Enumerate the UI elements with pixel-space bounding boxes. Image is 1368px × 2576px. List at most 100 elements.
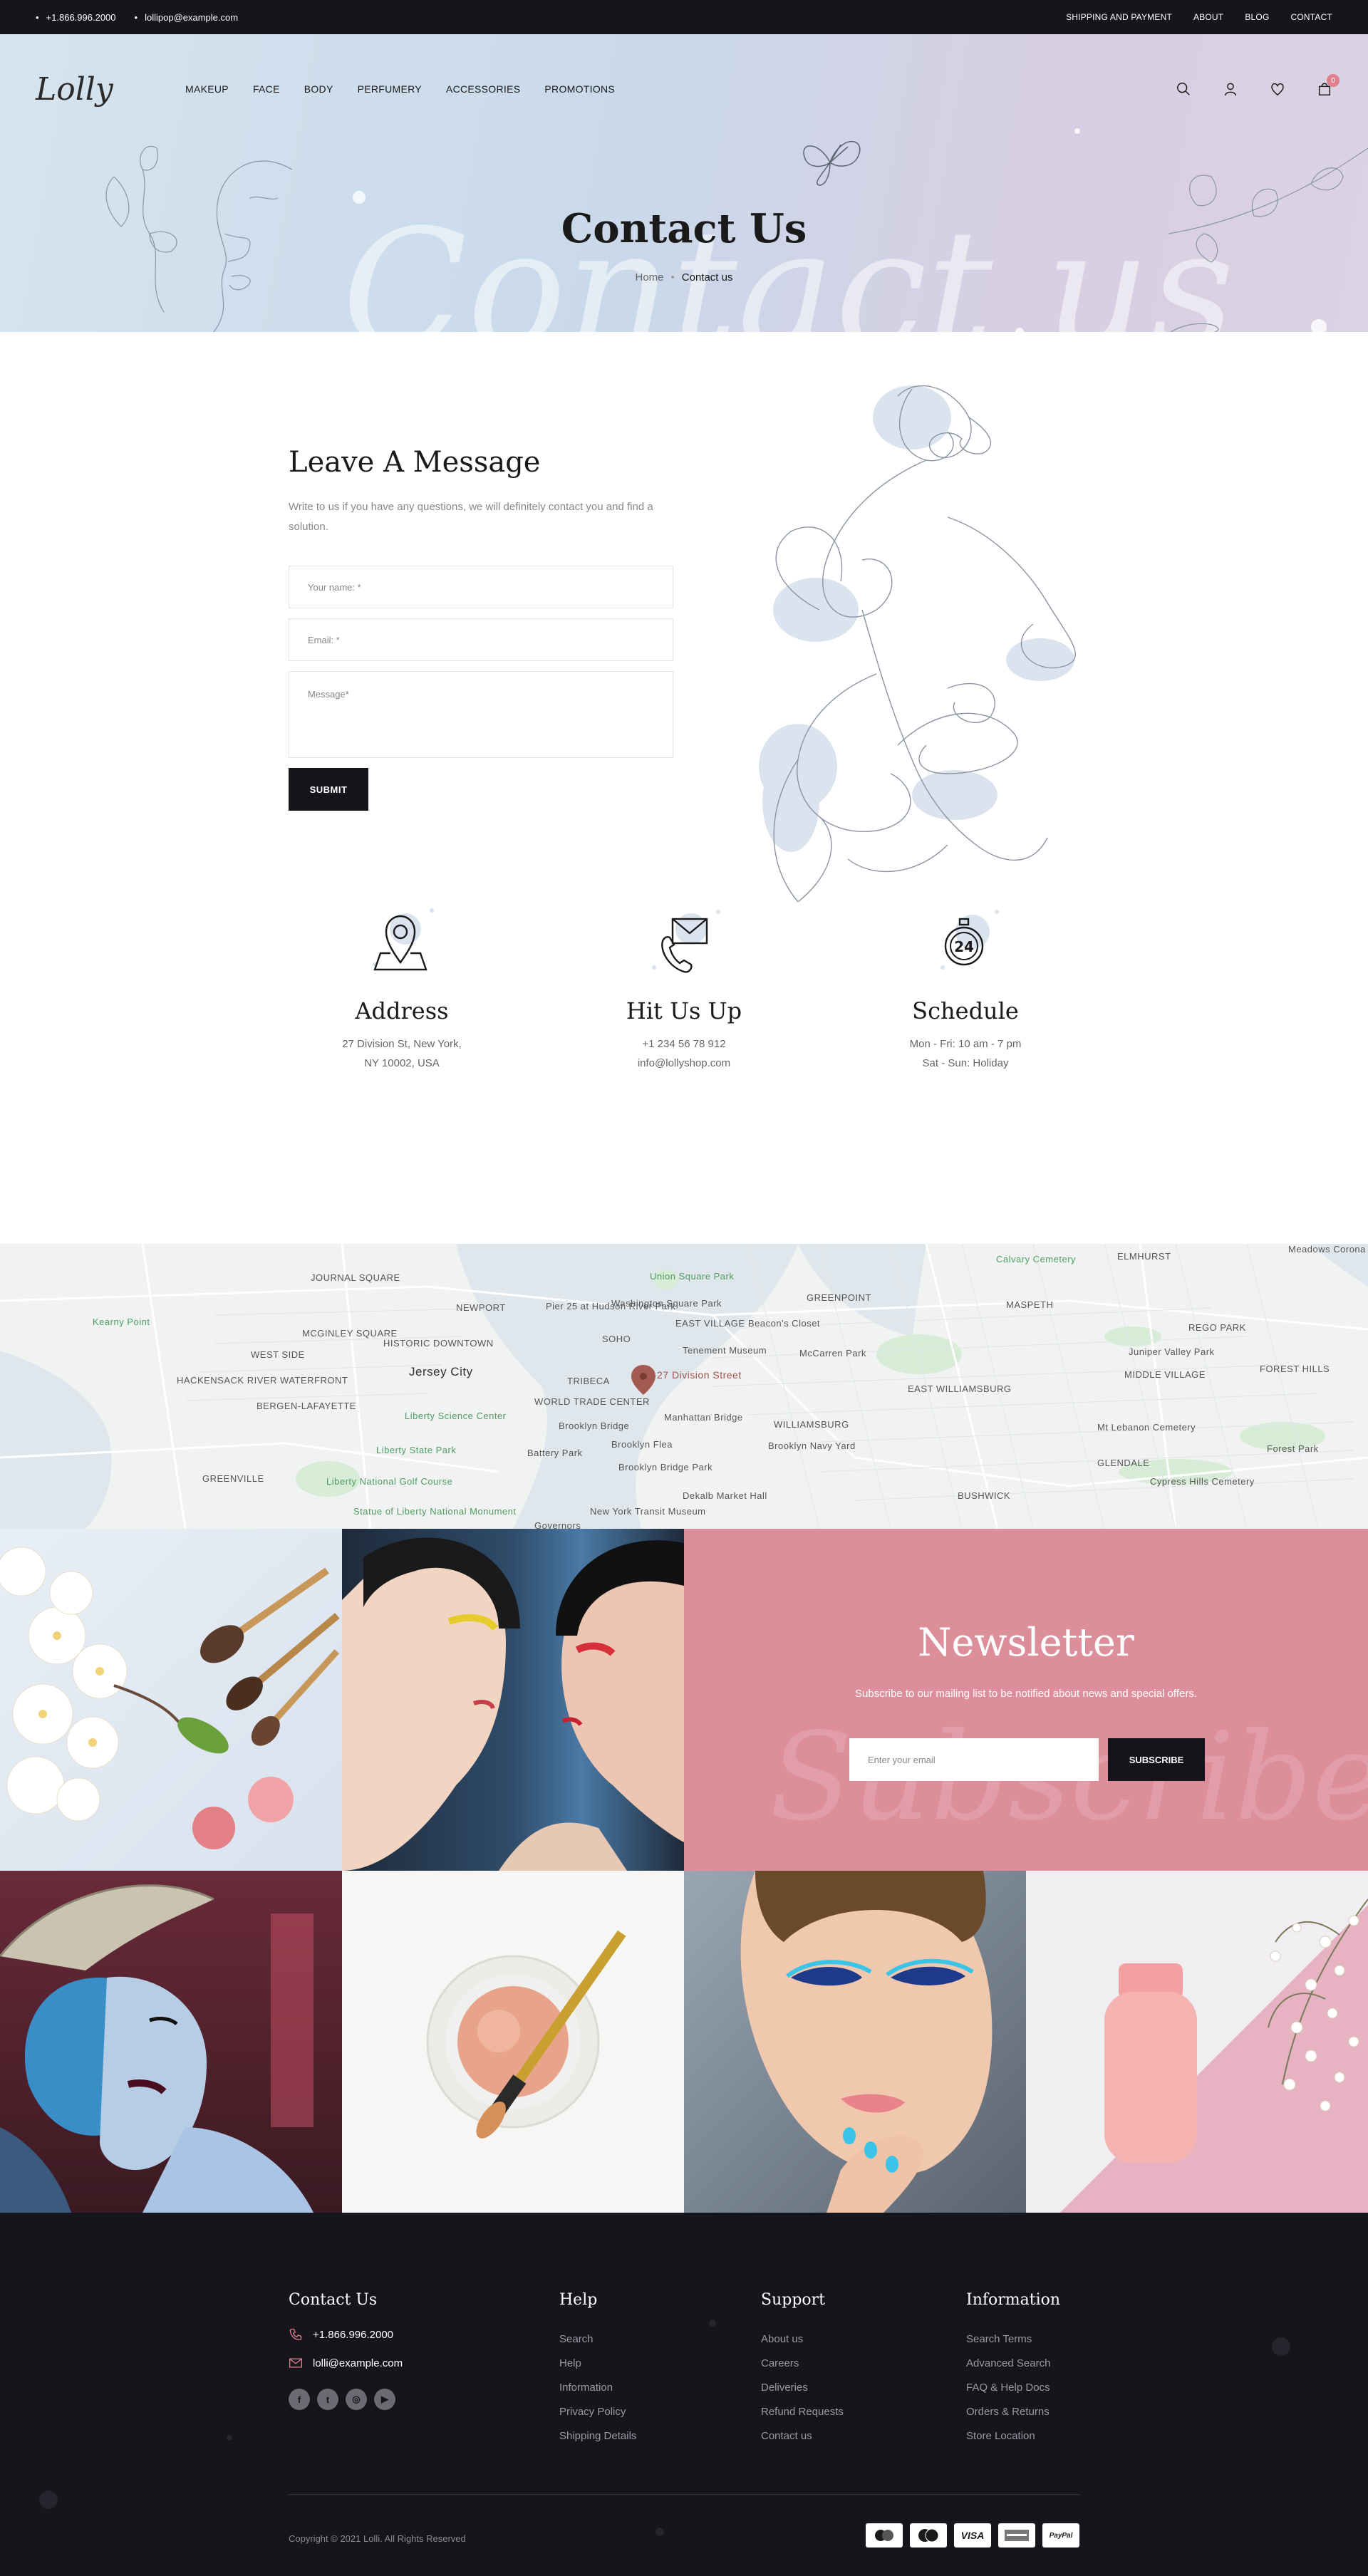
top-bar-contacts: +1.866.996.2000 lollipop@example.com bbox=[36, 12, 239, 23]
map-label: GLENDALE bbox=[1097, 1458, 1150, 1468]
footer-link-faq[interactable]: FAQ & Help Docs bbox=[966, 2376, 1060, 2400]
map-label: MCGINLEY SQUARE bbox=[302, 1328, 398, 1339]
contact-email[interactable]: info@lollyshop.com bbox=[577, 1054, 791, 1073]
gallery-photo-pink-bottle[interactable] bbox=[1026, 1871, 1368, 2213]
map-label: WILLIAMSBURG bbox=[774, 1419, 849, 1430]
map-label: Liberty Science Center bbox=[405, 1411, 507, 1421]
footer-link-about[interactable]: About us bbox=[761, 2327, 844, 2352]
top-link-contact[interactable]: CONTACT bbox=[1290, 12, 1332, 22]
gallery-photo-blue-eyeliner[interactable] bbox=[684, 1871, 1026, 2213]
menu-item-makeup[interactable]: MAKEUP bbox=[185, 83, 229, 95]
map-pin-label: 27 Division Street bbox=[657, 1369, 742, 1381]
map-label: BERGEN-LAFAYETTE bbox=[256, 1401, 356, 1411]
top-link-blog[interactable]: BLOG bbox=[1245, 12, 1269, 22]
footer-divider bbox=[289, 2494, 1079, 2495]
youtube-icon[interactable]: ▶ bbox=[374, 2389, 395, 2410]
header-actions: 0 bbox=[1176, 74, 1340, 97]
logo[interactable]: Lolly bbox=[36, 71, 185, 108]
footer-link-information[interactable]: Information bbox=[559, 2376, 636, 2400]
map-label: Brooklyn Navy Yard bbox=[768, 1440, 856, 1451]
twitter-icon[interactable]: t bbox=[317, 2389, 338, 2410]
search-icon[interactable] bbox=[1176, 81, 1191, 97]
hero-bubble bbox=[1074, 128, 1080, 134]
gallery-photo-two-models[interactable] bbox=[342, 1529, 684, 1871]
menu-item-accessories[interactable]: ACCESSORIES bbox=[446, 83, 520, 95]
footer-support-column: Support About us Careers Deliveries Refu… bbox=[761, 2291, 844, 2448]
map-label: Brooklyn Bridge bbox=[559, 1421, 630, 1431]
facebook-icon[interactable]: f bbox=[289, 2389, 310, 2410]
footer-link-deliveries[interactable]: Deliveries bbox=[761, 2376, 844, 2400]
schedule-title: Schedule bbox=[912, 997, 1019, 1024]
newsletter-email-input[interactable]: Enter your email bbox=[849, 1738, 1099, 1781]
address-line-1: 27 Division St, New York, bbox=[342, 1038, 462, 1050]
heart-icon[interactable] bbox=[1270, 81, 1285, 97]
paypal-card-icon: PayPal bbox=[1042, 2523, 1079, 2548]
gallery-photo-hat-model[interactable] bbox=[0, 1871, 342, 2213]
footer-link-shipping[interactable]: Shipping Details bbox=[559, 2424, 636, 2448]
newsletter-title: Newsletter bbox=[918, 1620, 1134, 1665]
gallery-photo-powder-brush[interactable] bbox=[342, 1871, 684, 2213]
menu-item-face[interactable]: FACE bbox=[253, 83, 280, 95]
maestro-card-icon bbox=[866, 2523, 903, 2548]
top-bar-email[interactable]: lollipop@example.com bbox=[135, 12, 238, 23]
form-heading: Leave A Message bbox=[289, 446, 541, 479]
name-field[interactable]: Your name: * bbox=[289, 566, 673, 608]
contact-icon-wrap bbox=[577, 902, 791, 980]
form-intro: Write to us if you have any questions, w… bbox=[289, 501, 653, 533]
hero-banner: Contact us Lolly MAKEUP FACE BODY PERFUM… bbox=[0, 34, 1368, 332]
footer-link-help[interactable]: Help bbox=[559, 2352, 636, 2376]
butterfly-icon bbox=[803, 140, 861, 186]
top-link-shipping[interactable]: SHIPPING AND PAYMENT bbox=[1066, 12, 1172, 22]
cart-button[interactable]: 0 bbox=[1317, 74, 1340, 97]
email-field[interactable]: Email: * bbox=[289, 618, 673, 661]
map-label: HISTORIC DOWNTOWN bbox=[383, 1338, 494, 1349]
footer-link-contact[interactable]: Contact us bbox=[761, 2424, 844, 2448]
breadcrumb-home[interactable]: Home bbox=[636, 271, 664, 284]
breadcrumb: Home • Contact us bbox=[0, 271, 1368, 284]
location-map[interactable]: 27 Division Street Jersey City JOURNAL S… bbox=[0, 1244, 1368, 1529]
footer-link-search[interactable]: Search bbox=[559, 2327, 636, 2352]
footer-link-store-location[interactable]: Store Location bbox=[966, 2424, 1060, 2448]
gallery-photo-flowers-brushes[interactable] bbox=[0, 1529, 342, 1871]
top-link-about[interactable]: ABOUT bbox=[1193, 12, 1223, 22]
hero-bubble bbox=[353, 191, 366, 204]
map-label: Dekalb Market Hall bbox=[683, 1490, 767, 1501]
address-block: Address 27 Division St, New York, NY 100… bbox=[295, 902, 509, 1073]
map-label: ELMHURST bbox=[1117, 1251, 1171, 1262]
footer-decor-dot bbox=[709, 2320, 716, 2327]
footer-link-orders[interactable]: Orders & Returns bbox=[966, 2400, 1060, 2424]
instagram-icon[interactable]: ◎ bbox=[346, 2389, 367, 2410]
user-icon[interactable] bbox=[1223, 81, 1238, 97]
top-bar-phone[interactable]: +1.866.996.2000 bbox=[36, 12, 116, 23]
map-label: Statue of Liberty National Monument bbox=[353, 1506, 517, 1517]
map-label: Battery Park bbox=[527, 1448, 583, 1458]
footer-link-careers[interactable]: Careers bbox=[761, 2352, 844, 2376]
map-label: Brooklyn Bridge Park bbox=[618, 1462, 713, 1473]
hero-bubble bbox=[1311, 319, 1327, 332]
newsletter-block: Subscribe Newsletter Subscribe to our ma… bbox=[684, 1529, 1368, 1871]
map-label: Tenement Museum bbox=[683, 1345, 767, 1356]
schedule-weekend: Sat - Sun: Holiday bbox=[922, 1057, 1009, 1069]
footer-phone[interactable]: +1.866.996.2000 bbox=[289, 2327, 403, 2342]
schedule-block: 24 Schedule Mon - Fri: 10 am - 7 pm Sat … bbox=[859, 902, 1072, 1073]
submit-button[interactable]: SUBMIT bbox=[289, 768, 368, 811]
footer-decor-dot bbox=[1272, 2337, 1290, 2356]
message-field[interactable]: Message* bbox=[289, 671, 673, 758]
map-label: Juniper Valley Park bbox=[1129, 1346, 1215, 1357]
footer-support-title: Support bbox=[761, 2291, 826, 2309]
footer-link-refunds[interactable]: Refund Requests bbox=[761, 2400, 844, 2424]
footer-link-privacy[interactable]: Privacy Policy bbox=[559, 2400, 636, 2424]
stopwatch-24-icon: 24 bbox=[940, 910, 999, 970]
contact-phone[interactable]: +1 234 56 78 912 bbox=[577, 1034, 791, 1054]
menu-item-body[interactable]: BODY bbox=[304, 83, 333, 95]
menu-item-perfumery[interactable]: PERFUMERY bbox=[358, 83, 422, 95]
subscribe-button[interactable]: SUBSCRIBE bbox=[1108, 1738, 1205, 1781]
footer-email[interactable]: lolli@example.com bbox=[289, 2356, 403, 2370]
footer-contact-title: Contact Us bbox=[289, 2291, 378, 2309]
map-label: HACKENSACK RIVER WATERFRONT bbox=[177, 1375, 348, 1386]
menu-item-promotions[interactable]: PROMOTIONS bbox=[544, 83, 615, 95]
footer-link-search-terms[interactable]: Search Terms bbox=[966, 2327, 1060, 2352]
map-label: Union Square Park bbox=[650, 1271, 735, 1282]
map-label: NEWPORT bbox=[456, 1302, 506, 1313]
footer-link-advanced-search[interactable]: Advanced Search bbox=[966, 2352, 1060, 2376]
